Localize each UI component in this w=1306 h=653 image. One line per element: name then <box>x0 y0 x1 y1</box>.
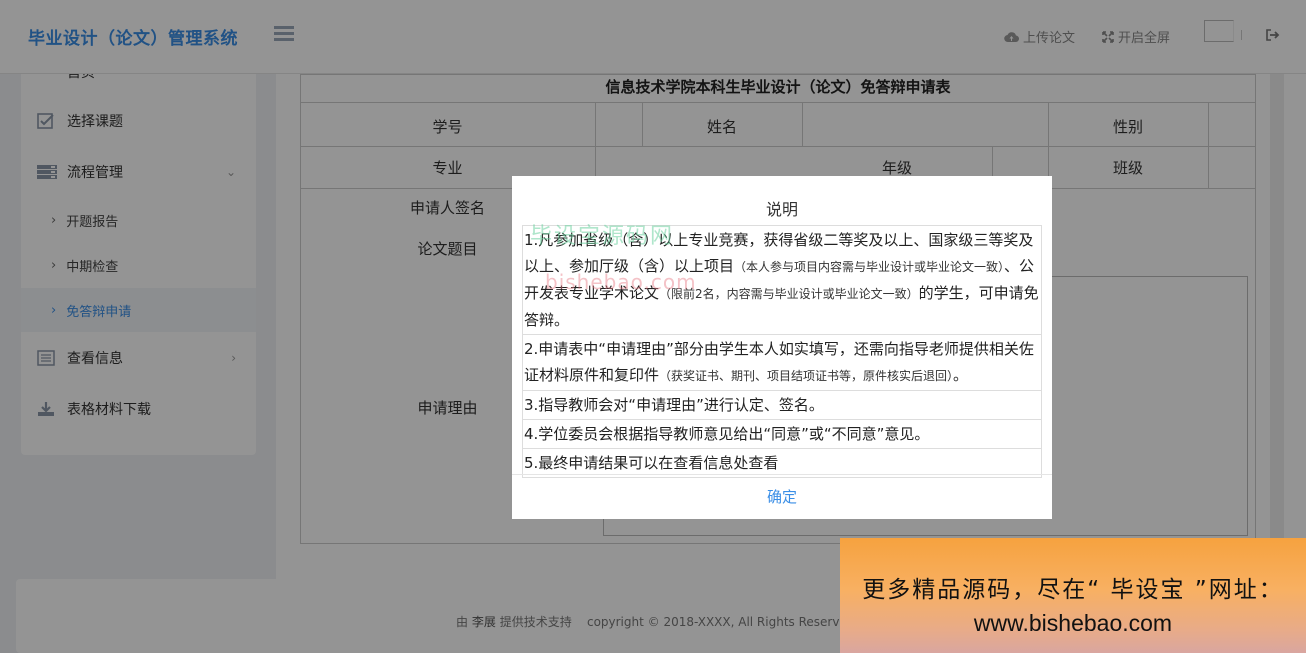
notice-text: 4.学位委员会根据指导教师意见给出“同意”或“不同意”意见。 <box>524 425 930 443</box>
notice-text: 。 <box>953 366 969 384</box>
dialog-title: 说明 <box>765 200 798 219</box>
notice-text: 5.最终申请结果可以在查看信息处查看 <box>524 454 779 472</box>
notice-item: 2.申请表中“申请理由”部分由学生本人如实填写，还需向指导老师提供相关佐证材料原… <box>522 335 1042 391</box>
dialog-divider <box>512 474 1052 475</box>
notice-note: （本人参与项目内容需与毕业设计或毕业论文一致） <box>734 260 1005 274</box>
notice-item: 3.指导教师会对“申请理由”进行认定、签名。 <box>522 391 1042 420</box>
notice-note: （限前2名，内容需与毕业设计或毕业论文一致） <box>659 287 919 301</box>
notice-text: 3.指导教师会对“申请理由”进行认定、签名。 <box>524 396 824 414</box>
notice-list: 1.凡参加省级（含）以上专业竞赛，获得省级二等奖及以上、国家级三等奖及以上、参加… <box>522 225 1042 478</box>
notice-note: （获奖证书、期刊、项目结项证书等，原件核实后退回） <box>659 369 954 383</box>
watermark-text: 毕设宝源码网 <box>530 224 675 249</box>
watermark-url: bishebao.com <box>545 270 697 294</box>
ad-url: www.bishebao.com <box>973 610 1173 636</box>
notice-item: 4.学位委员会根据指导教师意见给出“同意”或“不同意”意见。 <box>522 420 1042 449</box>
ad-banner[interactable]: 更多精品源码，尽在“ 毕设宝 ”网址： www.bishebao.com <box>840 538 1306 653</box>
confirm-button[interactable]: 确定 <box>512 482 1052 512</box>
ad-headline: 更多精品源码，尽在“ 毕设宝 ”网址： <box>862 577 1284 603</box>
